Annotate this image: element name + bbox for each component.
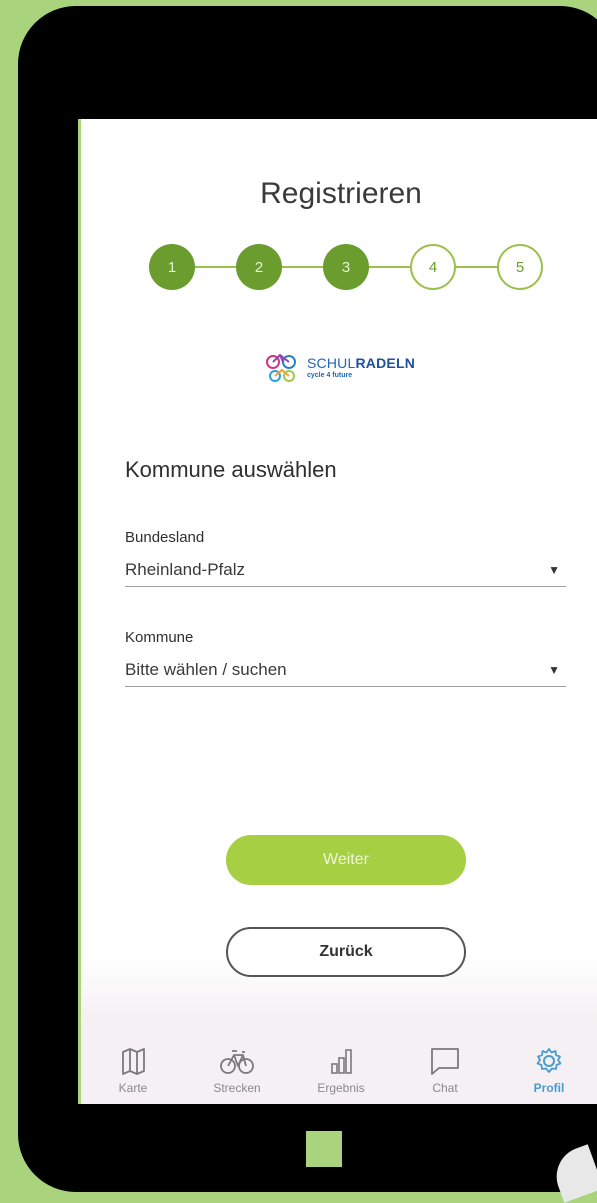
app-screen: Registrieren 1 2 3 4 5 SCHULRADELN cycle… [78,119,597,1104]
logo-tagline: cycle 4 future [307,371,353,379]
bundesland-field: Bundesland Rheinland-Pfalz ▼ [125,529,566,587]
bottom-tab-bar: Karte Strecken Ergebnis Chat Profil [81,1024,597,1104]
tab-strecken[interactable]: Strecken [185,1024,289,1104]
tab-ergebnis-label: Ergebnis [317,1081,365,1095]
bar-chart-icon [331,1049,352,1074]
bundesland-select[interactable]: Rheinland-Pfalz ▼ [125,554,566,587]
tab-ergebnis[interactable]: Ergebnis [289,1024,393,1104]
step-1: 1 [149,244,195,290]
kommune-field: Kommune Bitte wählen / suchen ▼ [125,629,566,687]
tab-karte[interactable]: Karte [81,1024,185,1104]
tab-chat-label: Chat [432,1081,458,1095]
registration-stepper: 1 2 3 4 5 [149,244,545,290]
logo-text: SCHULRADELN cycle 4 future [307,356,415,379]
tab-strecken-label: Strecken [213,1081,261,1095]
page-title: Registrieren [260,177,422,210]
section-title: Kommune auswählen [125,457,337,482]
kommune-label: Kommune [125,629,194,646]
chevron-down-icon: ▼ [548,563,560,577]
tab-profil[interactable]: Profil [497,1024,597,1104]
tab-chat[interactable]: Chat [393,1024,497,1104]
step-5: 5 [497,244,543,290]
tab-karte-label: Karte [118,1081,148,1095]
home-button[interactable] [306,1131,342,1167]
schulradeln-logo: SCHULRADELN cycle 4 future [263,349,415,385]
chat-icon [431,1048,459,1075]
step-4: 4 [410,244,456,290]
step-2: 2 [236,244,282,290]
chevron-down-icon: ▼ [548,663,560,677]
next-button[interactable]: Weiter [226,835,466,885]
phone-frame: Registrieren 1 2 3 4 5 SCHULRADELN cycle… [18,6,597,1192]
bicycle-icon [220,1050,254,1074]
bicycle-logo-icon [266,353,296,382]
bundesland-label: Bundesland [125,529,205,546]
bundesland-value: Rheinland-Pfalz [125,560,246,579]
back-button[interactable]: Zurück [226,927,466,977]
logo-wordmark: SCHULRADELN [307,354,415,371]
kommune-select[interactable]: Bitte wählen / suchen ▼ [125,654,566,687]
gear-icon [536,1048,562,1073]
step-3: 3 [323,244,369,290]
map-icon [122,1048,145,1075]
kommune-value: Bitte wählen / suchen [125,660,287,679]
tab-profil-label: Profil [533,1081,565,1095]
